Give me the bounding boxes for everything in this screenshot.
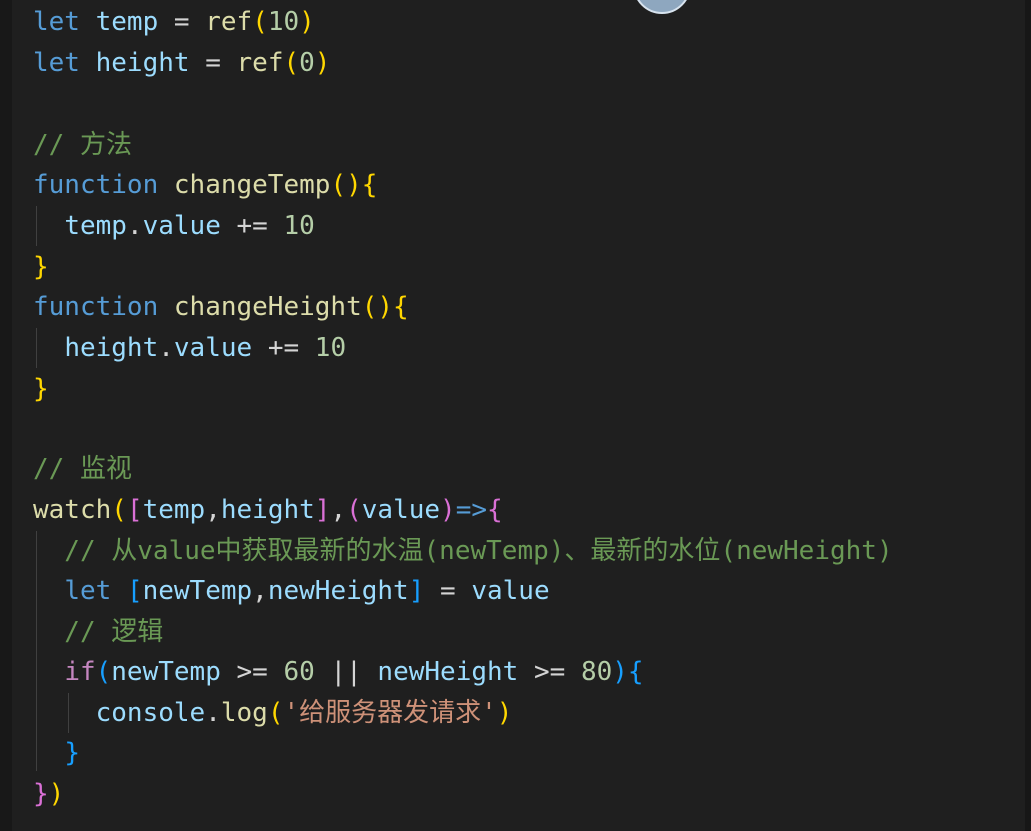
token-operator: >=	[533, 657, 566, 687]
token-bracket: )	[440, 495, 456, 525]
token-variable: temp	[95, 7, 159, 37]
code-line-13: watch([temp,height],(value)=>{	[33, 490, 503, 530]
token-variable: height	[220, 495, 315, 525]
token-bracket: }	[33, 374, 49, 404]
code-line-1: let temp = ref(10)	[33, 2, 315, 42]
token-function: log	[220, 698, 268, 728]
editor-gutter	[0, 0, 12, 831]
token-keyword: function	[33, 292, 159, 322]
code-line-10: }	[33, 369, 49, 409]
token-operator: >=	[236, 657, 268, 687]
code-line-12: // 监视	[33, 449, 132, 489]
token-operator: =	[205, 48, 221, 78]
token-variable: value	[471, 576, 550, 606]
token-variable: console	[95, 698, 206, 728]
token-bracket: [	[126, 495, 143, 525]
editor-scrollbar-track[interactable]	[1025, 0, 1031, 831]
token-variable: height	[64, 333, 159, 363]
token-bracket: )	[299, 7, 315, 37]
code-line-18: console.log('给服务器发请求')	[33, 693, 513, 733]
token-arrow: =>	[455, 495, 488, 525]
token-variable: newHeight	[267, 576, 409, 606]
token-keyword: let	[33, 7, 80, 37]
code-editor[interactable]: let temp = ref(10) let height = ref(0) /…	[0, 0, 1031, 831]
token-operator: .	[126, 211, 143, 241]
token-keyword: function	[33, 170, 159, 200]
token-bracket: }	[64, 738, 80, 768]
code-line-8: function changeHeight(){	[33, 287, 409, 327]
token-bracket: }	[33, 779, 49, 809]
token-bracket: }	[33, 252, 49, 282]
token-operator: ||	[330, 657, 362, 687]
avatar	[633, 0, 691, 14]
token-property: value	[173, 333, 253, 363]
code-line-19: }	[33, 733, 80, 773]
code-line-20: })	[33, 774, 64, 814]
token-number: 10	[314, 333, 347, 363]
token-operator: ,	[205, 495, 221, 525]
code-line-5: function changeTemp(){	[33, 165, 377, 205]
token-variable: newHeight	[377, 657, 519, 687]
token-bracket: (	[283, 48, 300, 78]
token-variable: height	[95, 48, 190, 78]
token-number: 10	[283, 211, 315, 241]
token-function: ref	[205, 7, 253, 37]
token-property: value	[142, 211, 221, 241]
token-function: changeTemp	[173, 170, 331, 200]
token-bracket: (	[111, 495, 127, 525]
token-variable: newTemp	[142, 576, 253, 606]
code-line-6: temp.value += 10	[33, 206, 315, 246]
token-bracket: (	[252, 7, 268, 37]
token-variable: temp	[142, 495, 206, 525]
token-bracket: (){	[330, 170, 378, 200]
token-operator: +=	[267, 333, 300, 363]
token-bracket: )	[496, 698, 513, 728]
token-operator: =	[440, 576, 456, 606]
token-bracket: )	[48, 779, 65, 809]
token-bracket: (	[95, 657, 112, 687]
token-function: watch	[33, 495, 112, 525]
token-operator: ,	[330, 495, 347, 525]
token-operator: .	[158, 333, 174, 363]
token-bracket: )	[314, 48, 331, 78]
code-line-7: }	[33, 247, 49, 287]
token-comment: // 逻辑	[33, 617, 164, 647]
token-variable: newTemp	[111, 657, 221, 687]
token-bracket: {	[487, 495, 503, 525]
token-keyword: let	[64, 576, 112, 606]
token-comment: // 监视	[33, 454, 132, 484]
token-bracket: ]	[314, 495, 331, 525]
token-number: 10	[267, 7, 300, 37]
token-variable: value	[361, 495, 441, 525]
code-line-17: if(newTemp >= 60 || newHeight >= 80){	[33, 652, 644, 692]
token-comment: // 方法	[33, 130, 132, 160]
token-control-keyword: if	[64, 657, 96, 687]
token-bracket: (){	[361, 292, 409, 322]
code-line-15: let [newTemp,newHeight] = value	[33, 571, 550, 611]
token-bracket: (	[346, 495, 362, 525]
code-line-9: height.value += 10	[33, 328, 346, 368]
token-bracket: (	[267, 698, 284, 728]
token-bracket: ){	[612, 657, 644, 687]
token-comment: // 从value中获取最新的水温(newTemp)、最新的水位(newHeig…	[33, 536, 893, 566]
token-string: '给服务器发请求'	[283, 698, 497, 728]
code-line-4: // 方法	[33, 125, 132, 165]
token-operator: +=	[236, 211, 268, 241]
token-operator: ,	[252, 576, 268, 606]
token-number: 80	[580, 657, 613, 687]
code-line-16: // 逻辑	[33, 612, 163, 652]
token-bracket: [	[126, 576, 143, 606]
token-number: 60	[283, 657, 315, 687]
token-keyword: let	[33, 48, 80, 78]
token-variable: temp	[64, 211, 127, 241]
token-operator: .	[205, 698, 221, 728]
token-bracket: ]	[408, 576, 425, 606]
token-number: 0	[299, 48, 315, 78]
token-operator: =	[173, 7, 190, 37]
token-function: ref	[236, 48, 284, 78]
code-line-14: // 从value中获取最新的水温(newTemp)、最新的水位(newHeig…	[33, 531, 893, 571]
code-line-2: let height = ref(0)	[33, 43, 330, 83]
token-function: changeHeight	[173, 292, 362, 322]
